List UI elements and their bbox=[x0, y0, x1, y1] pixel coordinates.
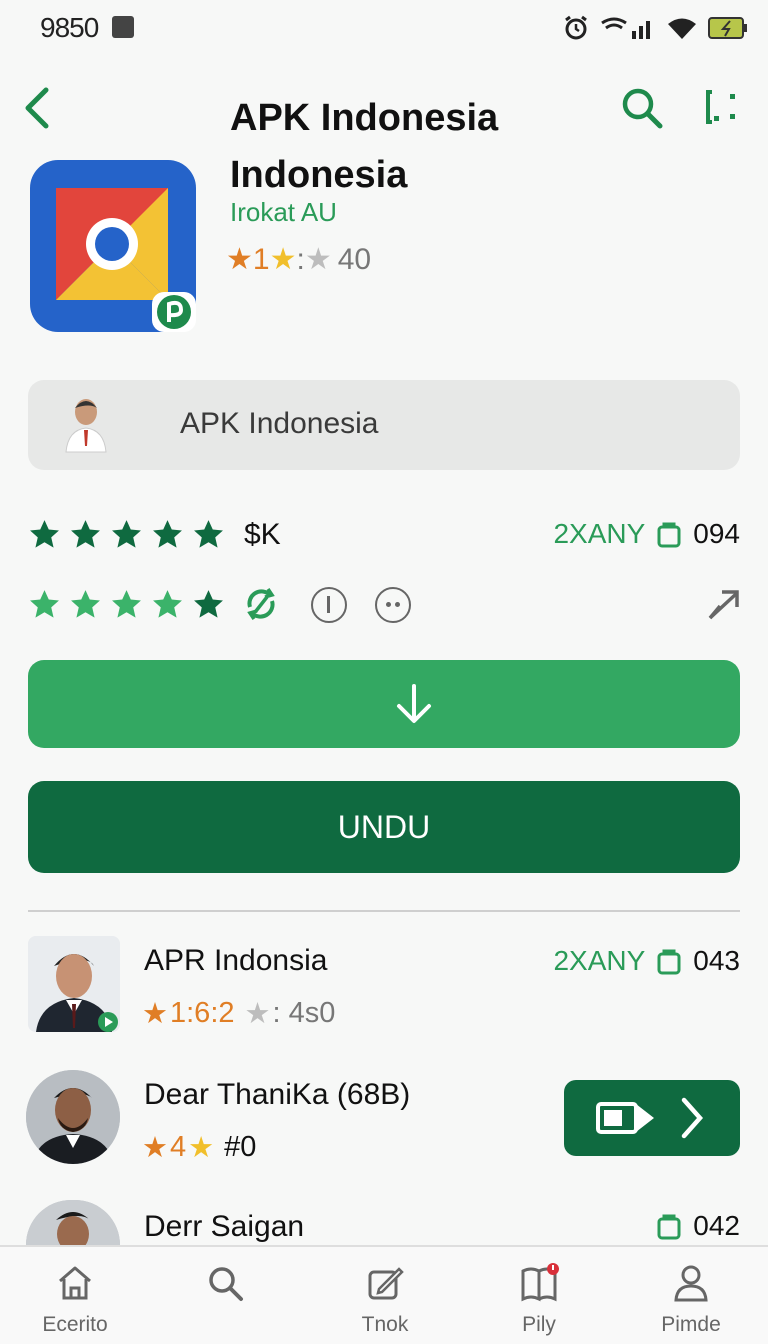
nav-item-profile[interactable]: Pimde bbox=[626, 1247, 756, 1344]
battery-icon bbox=[708, 17, 747, 39]
stat-badge: 2XANY 094 bbox=[553, 518, 740, 550]
install-button[interactable]: UNDU bbox=[28, 781, 740, 873]
nav-item-search[interactable] bbox=[160, 1247, 290, 1344]
nav-label: Pimde bbox=[661, 1313, 721, 1336]
search-icon[interactable] bbox=[618, 84, 666, 132]
list-rating-tail: #0 bbox=[224, 1131, 257, 1163]
signal-icon bbox=[601, 17, 650, 39]
list-stat-badge: 042 bbox=[657, 1210, 740, 1242]
open-button[interactable] bbox=[564, 1080, 740, 1156]
shopping-bag-icon bbox=[657, 1214, 681, 1240]
notification-icon bbox=[112, 16, 134, 38]
download-arrow-icon bbox=[397, 684, 431, 723]
more-options-icon[interactable] bbox=[700, 86, 744, 130]
stat-value: 043 bbox=[693, 945, 740, 976]
star-icon bbox=[153, 520, 182, 548]
rating-separator: : bbox=[296, 242, 305, 276]
wifi-icon bbox=[668, 18, 696, 39]
rating-value: 1 bbox=[252, 242, 270, 276]
star-icon: ★ bbox=[304, 243, 332, 276]
list-item-title[interactable]: APR Indonsia bbox=[144, 944, 327, 978]
download-button[interactable] bbox=[28, 660, 740, 748]
alarm-icon bbox=[565, 15, 587, 40]
profile-icon bbox=[674, 1265, 708, 1302]
star-icon: ★ bbox=[188, 1132, 215, 1164]
stat-label: 2XANY bbox=[553, 945, 646, 976]
star-icon[interactable] bbox=[151, 588, 184, 621]
list-item-title[interactable]: Derr Saigan bbox=[144, 1210, 304, 1244]
app-rating: ★ 1 ★ : ★ 40 bbox=[226, 242, 371, 277]
star-icon[interactable] bbox=[28, 588, 61, 621]
refresh-icon[interactable] bbox=[242, 585, 280, 623]
star-icon: ★ bbox=[142, 998, 168, 1030]
nav-label: Pily bbox=[522, 1313, 556, 1336]
list-item-rating: ★ 1:6:2 ★ : 4s0 bbox=[142, 996, 335, 1031]
shopping-bag-icon bbox=[657, 522, 681, 548]
developer-chip[interactable]: APK Indonesia bbox=[28, 380, 740, 470]
rating-stars-light[interactable] bbox=[28, 588, 225, 621]
developer-chip-label: APK Indonesia bbox=[180, 407, 379, 440]
stat-value: 042 bbox=[693, 1210, 740, 1241]
list-avatar bbox=[28, 936, 120, 1032]
nav-label: Tnok bbox=[361, 1313, 409, 1336]
star-icon bbox=[71, 520, 100, 548]
home-icon bbox=[59, 1266, 91, 1300]
section-divider bbox=[28, 910, 740, 912]
list-rating-tail: : 4s0 bbox=[272, 997, 336, 1029]
stat-label: 2XANY bbox=[553, 518, 646, 549]
nav-item-library[interactable]: Pily bbox=[474, 1247, 604, 1344]
back-arrow-icon[interactable] bbox=[18, 84, 58, 132]
share-icon[interactable] bbox=[706, 586, 742, 622]
list-item-title[interactable]: Dear ThaniKa (68B) bbox=[144, 1078, 410, 1112]
star-icon: ★ bbox=[269, 243, 297, 276]
bottom-navigation: Ecerito Tnok Pily Pimde bbox=[0, 1245, 768, 1344]
list-avatar bbox=[26, 1070, 120, 1164]
search-icon bbox=[209, 1267, 243, 1301]
developer-avatar bbox=[65, 399, 107, 453]
rating-stars-dark bbox=[28, 518, 225, 551]
star-icon[interactable] bbox=[110, 588, 143, 621]
rating-count: 40 bbox=[337, 242, 372, 276]
shopping-bag-icon bbox=[657, 949, 681, 975]
stat-value: 094 bbox=[693, 518, 740, 549]
star-icon[interactable] bbox=[69, 588, 102, 621]
star-icon bbox=[112, 520, 141, 548]
list-rating-value: 1:6:2 bbox=[170, 997, 235, 1029]
list-stat-badge: 2XANY 043 bbox=[553, 945, 740, 977]
star-icon bbox=[30, 520, 59, 548]
star-icon bbox=[194, 520, 223, 548]
more-circle-icon[interactable] bbox=[375, 587, 411, 623]
edit-icon bbox=[368, 1267, 404, 1300]
star-icon: ★ bbox=[244, 998, 271, 1030]
status-bar: 9850 bbox=[0, 0, 768, 56]
star-icon: ★ bbox=[226, 243, 253, 276]
list-rating-value: 4 bbox=[170, 1131, 187, 1163]
status-icons bbox=[562, 14, 748, 42]
nav-label: Ecerito bbox=[42, 1313, 108, 1336]
app-icon bbox=[30, 160, 196, 332]
status-time: 9850 bbox=[40, 12, 99, 43]
info-icon[interactable] bbox=[311, 587, 347, 623]
forward-arrow-icon bbox=[596, 1097, 704, 1139]
developer-link[interactable]: Irokat AU bbox=[230, 197, 337, 228]
app-title: APK Indonesia Indonesia bbox=[230, 97, 499, 196]
book-icon bbox=[521, 1263, 559, 1302]
nav-item-home[interactable]: Ecerito bbox=[10, 1247, 140, 1344]
star-icon[interactable] bbox=[192, 588, 225, 621]
list-item-rating: ★ 4 ★ #0 bbox=[142, 1130, 256, 1165]
list-avatar bbox=[26, 1200, 120, 1245]
nav-item-edit[interactable]: Tnok bbox=[320, 1247, 450, 1344]
rating-summary-value: $K bbox=[244, 518, 281, 551]
star-icon: ★ bbox=[142, 1132, 168, 1164]
